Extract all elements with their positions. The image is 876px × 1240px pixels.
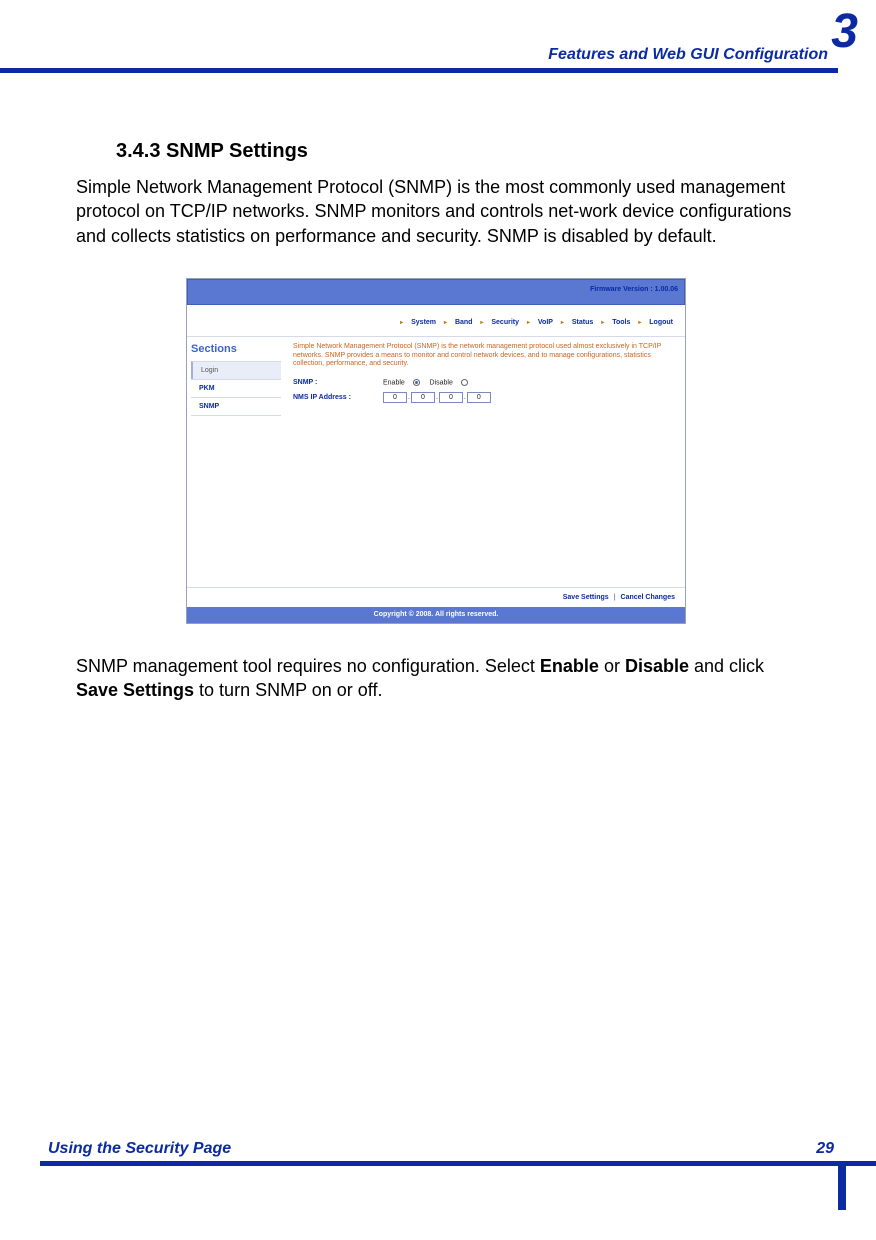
disable-label: Disable <box>430 379 453 386</box>
caret-icon: ▸ <box>561 320 564 326</box>
header-rule <box>0 68 838 73</box>
nav-tools[interactable]: Tools <box>612 319 630 326</box>
nms-ip-label: NMS IP Address : <box>293 394 383 401</box>
radio-disable[interactable] <box>461 379 468 386</box>
copyright-footer: Copyright © 2008. All rights reserved. <box>187 607 685 623</box>
separator: | <box>614 594 616 601</box>
sidebar-item-pkm[interactable]: PKM <box>191 379 281 397</box>
nav-voip[interactable]: VoIP <box>538 319 553 326</box>
top-nav: ▸ System ▸ Band ▸ Security ▸ VoIP ▸ Stat… <box>187 305 685 337</box>
footer-title: Using the Security Page <box>48 1140 231 1158</box>
cancel-changes-button[interactable]: Cancel Changes <box>621 594 675 601</box>
nav-security[interactable]: Security <box>491 319 519 326</box>
section-heading: 3.4.3 SNMP Settings <box>116 140 796 163</box>
page-number: 29 <box>816 1140 834 1158</box>
ip-octet-4[interactable]: 0 <box>467 392 491 403</box>
sidebar-item-snmp[interactable]: SNMP <box>191 397 281 416</box>
caret-icon: ▸ <box>400 320 403 326</box>
nav-system[interactable]: System <box>411 319 436 326</box>
firmware-bar: Firmware Version : 1.00.06 <box>187 279 685 305</box>
action-bar: Save Settings | Cancel Changes <box>187 587 685 607</box>
caret-icon: ▸ <box>601 320 604 326</box>
caret-icon: ▸ <box>638 320 641 326</box>
footer-rule <box>40 1161 876 1166</box>
enable-label: Enable <box>383 379 405 386</box>
nav-logout[interactable]: Logout <box>649 319 673 326</box>
nav-band[interactable]: Band <box>455 319 473 326</box>
header-title: Features and Web GUI Configuration <box>548 46 828 64</box>
caret-icon: ▸ <box>444 320 447 326</box>
save-settings-button[interactable]: Save Settings <box>563 594 609 601</box>
ip-octet-2[interactable]: 0 <box>411 392 435 403</box>
caret-icon: ▸ <box>527 320 530 326</box>
ip-octet-1[interactable]: 0 <box>383 392 407 403</box>
firmware-version: Firmware Version : 1.00.06 <box>590 286 678 293</box>
content-description: Simple Network Management Protocol (SNMP… <box>293 343 677 369</box>
paragraph-instructions: SNMP management tool requires no configu… <box>76 654 796 703</box>
chapter-number: 3 <box>831 8 858 56</box>
caret-icon: ▸ <box>480 320 483 326</box>
ip-octet-3[interactable]: 0 <box>439 392 463 403</box>
content-panel: Simple Network Management Protocol (SNMP… <box>285 337 685 587</box>
embedded-screenshot: Firmware Version : 1.00.06 ▸ System ▸ Ba… <box>186 278 686 624</box>
sidebar-item-login[interactable]: Login <box>191 361 281 379</box>
snmp-label: SNMP : <box>293 379 383 386</box>
paragraph-intro: Simple Network Management Protocol (SNMP… <box>76 175 796 248</box>
sidebar: Sections Login PKM SNMP <box>187 337 285 587</box>
radio-enable[interactable] <box>413 379 420 386</box>
footer-accent-bar <box>838 1166 846 1210</box>
sidebar-title: Sections <box>191 343 281 355</box>
nav-status[interactable]: Status <box>572 319 593 326</box>
